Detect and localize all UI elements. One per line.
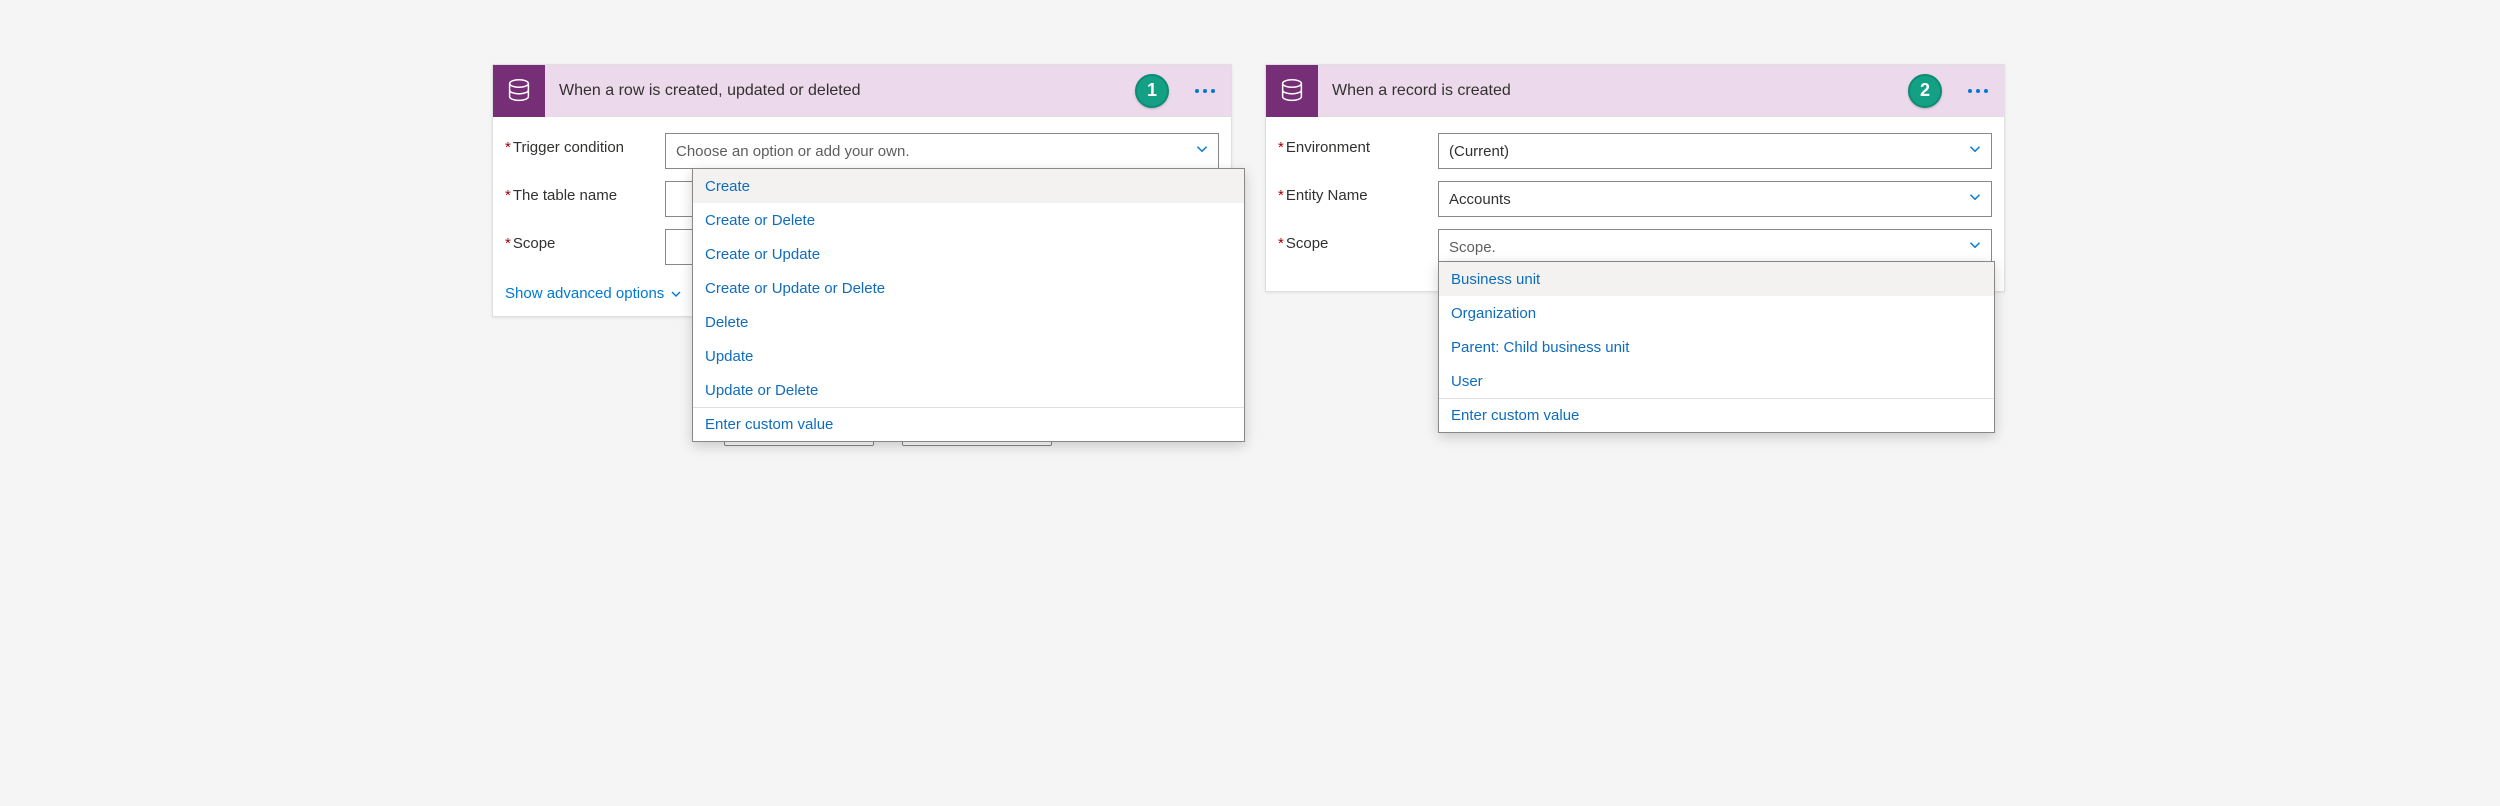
dropdown-option[interactable]: Parent: Child business unit (1439, 330, 1994, 364)
scope-dropdown[interactable]: Business unitOrganizationParent: Child b… (1438, 261, 1995, 433)
label-entity-name: *Entity Name (1278, 181, 1438, 204)
scope-value: Scope. (1449, 239, 1496, 256)
trigger-condition-placeholder: Choose an option or add your own. (676, 143, 910, 160)
row-entity-name: *Entity Name Accounts (1278, 181, 1992, 217)
chevron-down-icon (668, 286, 684, 302)
dropdown-option[interactable]: Delete (693, 305, 1244, 339)
dropdown-enter-custom[interactable]: Enter custom value (693, 407, 1244, 441)
trigger-card-right: When a record is created 2 *Environment … (1265, 64, 2005, 292)
card-header[interactable]: When a row is created, updated or delete… (493, 65, 1231, 117)
dropdown-option[interactable]: Business unit (1439, 262, 1994, 296)
entity-name-select[interactable]: Accounts (1438, 181, 1992, 217)
trigger-condition-select[interactable]: Choose an option or add your own. (665, 133, 1219, 169)
show-advanced-options-link[interactable]: Show advanced options (505, 285, 684, 302)
card-header[interactable]: When a record is created 2 (1266, 65, 2004, 117)
step-badge: 2 (1908, 74, 1942, 108)
card-title: When a record is created (1318, 82, 1908, 100)
scope-select[interactable]: Scope. (1438, 229, 1992, 265)
environment-value: (Current) (1449, 143, 1509, 160)
dropdown-option[interactable]: Update (693, 339, 1244, 373)
required-star: * (505, 235, 511, 252)
dataverse-icon (493, 65, 545, 117)
required-star: * (1278, 187, 1284, 204)
trigger-condition-dropdown[interactable]: CreateCreate or DeleteCreate or UpdateCr… (692, 168, 1245, 442)
dropdown-option[interactable]: Create or Update (693, 237, 1244, 271)
dropdown-option[interactable]: Create (693, 169, 1244, 203)
entity-name-value: Accounts (1449, 191, 1511, 208)
dropdown-option[interactable]: Organization (1439, 296, 1994, 330)
dropdown-enter-custom[interactable]: Enter custom value (1439, 398, 1994, 432)
dropdown-option[interactable]: Update or Delete (693, 373, 1244, 407)
required-star: * (1278, 139, 1284, 156)
row-trigger-condition: *Trigger condition Choose an option or a… (505, 133, 1219, 169)
label-scope: *Scope (1278, 229, 1438, 252)
dropdown-option[interactable]: User (1439, 364, 1994, 398)
step-badge: 1 (1135, 74, 1169, 108)
dropdown-option[interactable]: Create or Update or Delete (693, 271, 1244, 305)
card-title: When a row is created, updated or delete… (545, 82, 1135, 100)
label-environment: *Environment (1278, 133, 1438, 156)
more-button[interactable] (1958, 88, 1998, 94)
environment-select[interactable]: (Current) (1438, 133, 1992, 169)
dataverse-icon (1266, 65, 1318, 117)
row-environment: *Environment (Current) (1278, 133, 1992, 169)
label-scope: *Scope (505, 229, 665, 252)
dropdown-option[interactable]: Create or Delete (693, 203, 1244, 237)
required-star: * (505, 139, 511, 156)
label-table-name: *The table name (505, 181, 665, 204)
more-button[interactable] (1185, 88, 1225, 94)
label-trigger-condition: *Trigger condition (505, 133, 665, 156)
row-scope: *Scope Scope. (1278, 229, 1992, 265)
required-star: * (505, 187, 511, 204)
required-star: * (1278, 235, 1284, 252)
